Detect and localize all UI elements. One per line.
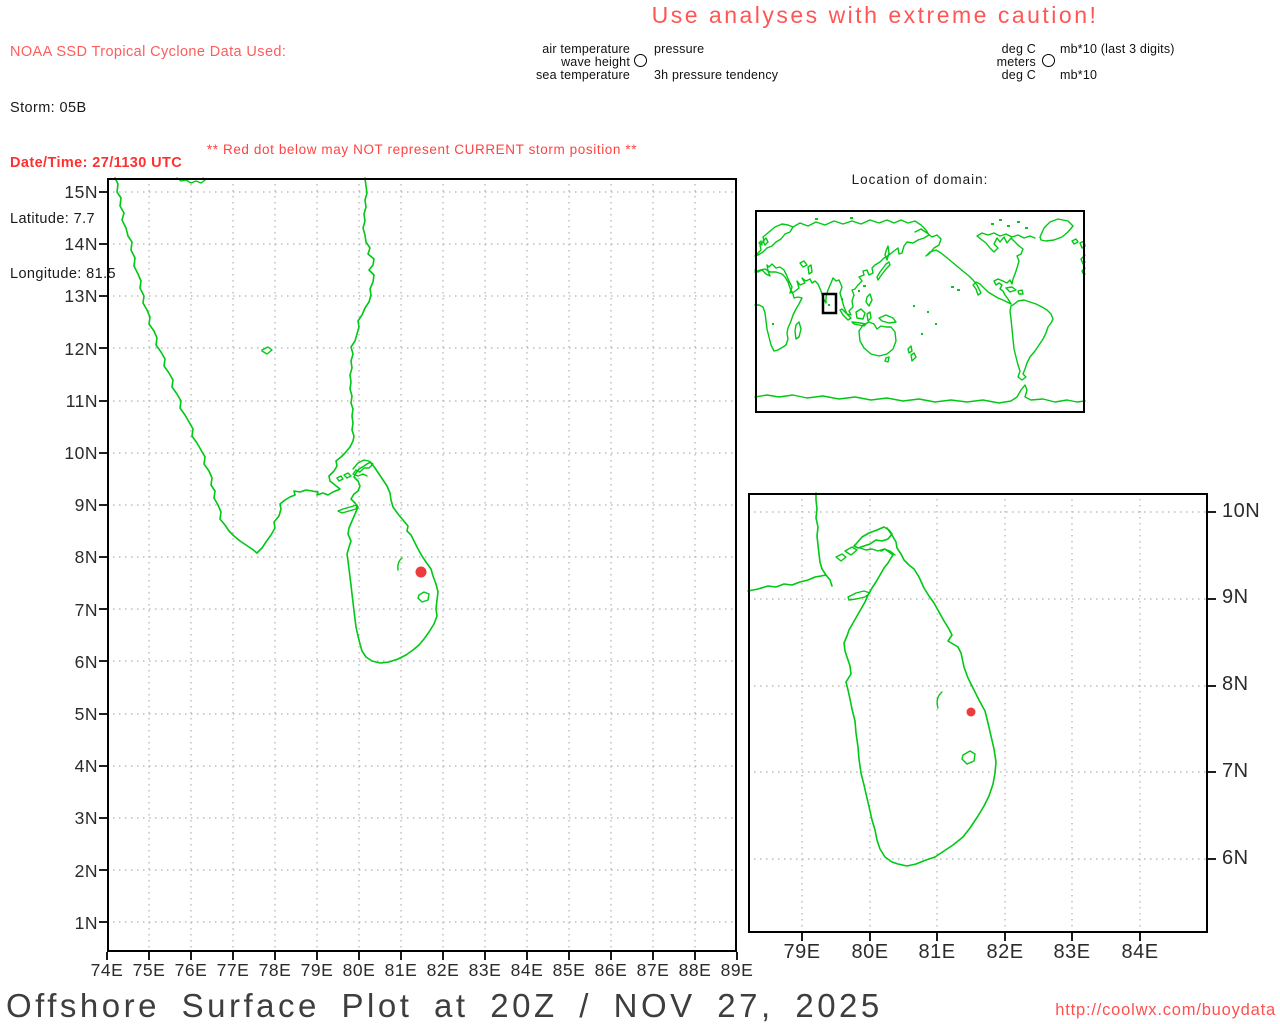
madagascar [795, 322, 801, 339]
main-lat-label: 3N [44, 808, 98, 829]
inset-lat-label: 10N [1222, 500, 1260, 523]
inset-map-canvas [748, 493, 1208, 933]
inset-lat-label: 9N [1222, 586, 1249, 609]
coastlines-main-map [115, 178, 438, 663]
inset-lon-label: 80E [840, 941, 900, 964]
world-coastlines [755, 217, 1085, 403]
data-source-line: NOAA SSD Tropical Cyclone Data Used: [10, 43, 286, 62]
main-lat-label: 11N [44, 391, 98, 412]
caspian-black-seas [800, 261, 812, 274]
main-lat-label: 2N [44, 861, 98, 882]
jaffna-islands [337, 473, 351, 481]
main-lat-label: 4N [44, 756, 98, 777]
batticaloa-lagoon [418, 592, 429, 602]
inset-lon-label: 83E [1042, 941, 1102, 964]
inset-lat-label: 6N [1222, 847, 1249, 870]
main-lat-label: 6N [44, 652, 98, 673]
main-lat-label: 14N [44, 234, 98, 255]
station-circle-units-icon [1042, 54, 1055, 67]
mannar-island [338, 505, 357, 513]
inset-lon-label: 84E [1110, 941, 1170, 964]
legend-air-temperature-label: air temperature [440, 42, 630, 56]
inset-lat-label: 8N [1222, 673, 1249, 696]
main-lat-label: 12N [44, 339, 98, 360]
india-west-coastline [115, 178, 257, 553]
main-map-canvas [107, 178, 737, 952]
source-url: http://coolwx.com/buoydata [1055, 1001, 1276, 1020]
legend-unit-mb: mb*10 [1060, 68, 1097, 82]
sri-lanka-coastline-inset [844, 528, 996, 866]
domain-map-title: Location of domain: [755, 172, 1085, 187]
sri-lanka-coastline [347, 462, 438, 663]
europe-scandinavia [755, 224, 793, 256]
buoy-plot-page: NOAA SSD Tropical Cyclone Data Used: Sto… [0, 0, 1280, 1024]
japan [877, 262, 890, 280]
main-lat-label: 8N [44, 547, 98, 568]
india-rameswaram-south [748, 575, 832, 591]
main-map-border [108, 179, 736, 951]
inset-lon-label: 81E [907, 941, 967, 964]
plot-title: Offshore Surface Plot at 20Z / NOV 27, 2… [6, 987, 883, 1024]
main-map [107, 178, 737, 952]
inset-lon-label: 79E [772, 941, 832, 964]
coastlines-inset-map [748, 493, 996, 866]
main-map-gridlines [107, 178, 737, 952]
africa [755, 269, 802, 351]
main-lat-label: 13N [44, 286, 98, 307]
domain-map [755, 210, 1085, 413]
main-lat-label: 1N [44, 913, 98, 934]
station-circle-icon [634, 54, 647, 67]
main-map-lon-ticks [107, 952, 737, 960]
batticaloa-lagoon-inset [962, 751, 975, 764]
australia [859, 322, 896, 362]
storm-position-warning: ** Red dot below may NOT represent CURRE… [107, 142, 737, 157]
south-america [1010, 300, 1053, 380]
storm-position-dot-inset [967, 708, 976, 717]
legend-wave-height-label: wave height [440, 55, 630, 69]
main-lat-label: 10N [44, 443, 98, 464]
jaffna-islands-inset [836, 547, 857, 561]
asia-coast [755, 235, 929, 315]
legend-unit-degc-bottom: deg C [900, 68, 1036, 82]
arctic-russia [793, 220, 929, 235]
caution-headline: Use analyses with extreme caution! [495, 2, 1255, 29]
caribbean-islands [1006, 287, 1023, 294]
legend-sea-temperature-label: sea temperature [440, 68, 630, 82]
main-lat-label: 9N [44, 495, 98, 516]
inset-lon-label: 82E [975, 941, 1035, 964]
domain-map-canvas [755, 210, 1085, 413]
iceland [1072, 239, 1078, 244]
indonesia-philippines [840, 294, 896, 326]
north-america-east [977, 233, 1035, 304]
main-lat-label: 5N [44, 704, 98, 725]
domain-map-border [756, 211, 1084, 412]
inset-lat-label: 7N [1222, 760, 1249, 783]
domain-rectangle [823, 294, 836, 313]
jaffna-peninsula-inset [854, 527, 892, 548]
inset-map-lat-ticks [1208, 512, 1216, 859]
legend-pressure-label: pressure [654, 42, 704, 56]
inland-tank-inset [937, 692, 942, 708]
legend-unit-degc-top: deg C [900, 42, 1036, 56]
new-zealand [908, 346, 916, 361]
inset-map-lon-ticks [802, 933, 1140, 941]
greenland [1040, 219, 1073, 241]
storm-position-dot [416, 567, 427, 578]
legend-unit-meters: meters [900, 55, 1036, 69]
main-lat-label: 7N [44, 600, 98, 621]
main-lat-label: 15N [44, 182, 98, 203]
storm-id-line: Storm: 05B [10, 99, 286, 118]
main-lon-label: 89E [711, 960, 763, 981]
legend-unit-mb-last3: mb*10 (last 3 digits) [1060, 42, 1175, 56]
india-rameswaram-north [816, 493, 826, 575]
inset-map-border [749, 494, 1207, 932]
antarctica [755, 385, 1085, 403]
sakhalin [885, 246, 889, 260]
inset-map [748, 493, 1208, 933]
legend-pressure-tendency-label: 3h pressure tendency [654, 68, 778, 82]
jaffna-lagoon-inset [860, 548, 895, 555]
inset-map-gridlines [748, 493, 1208, 933]
